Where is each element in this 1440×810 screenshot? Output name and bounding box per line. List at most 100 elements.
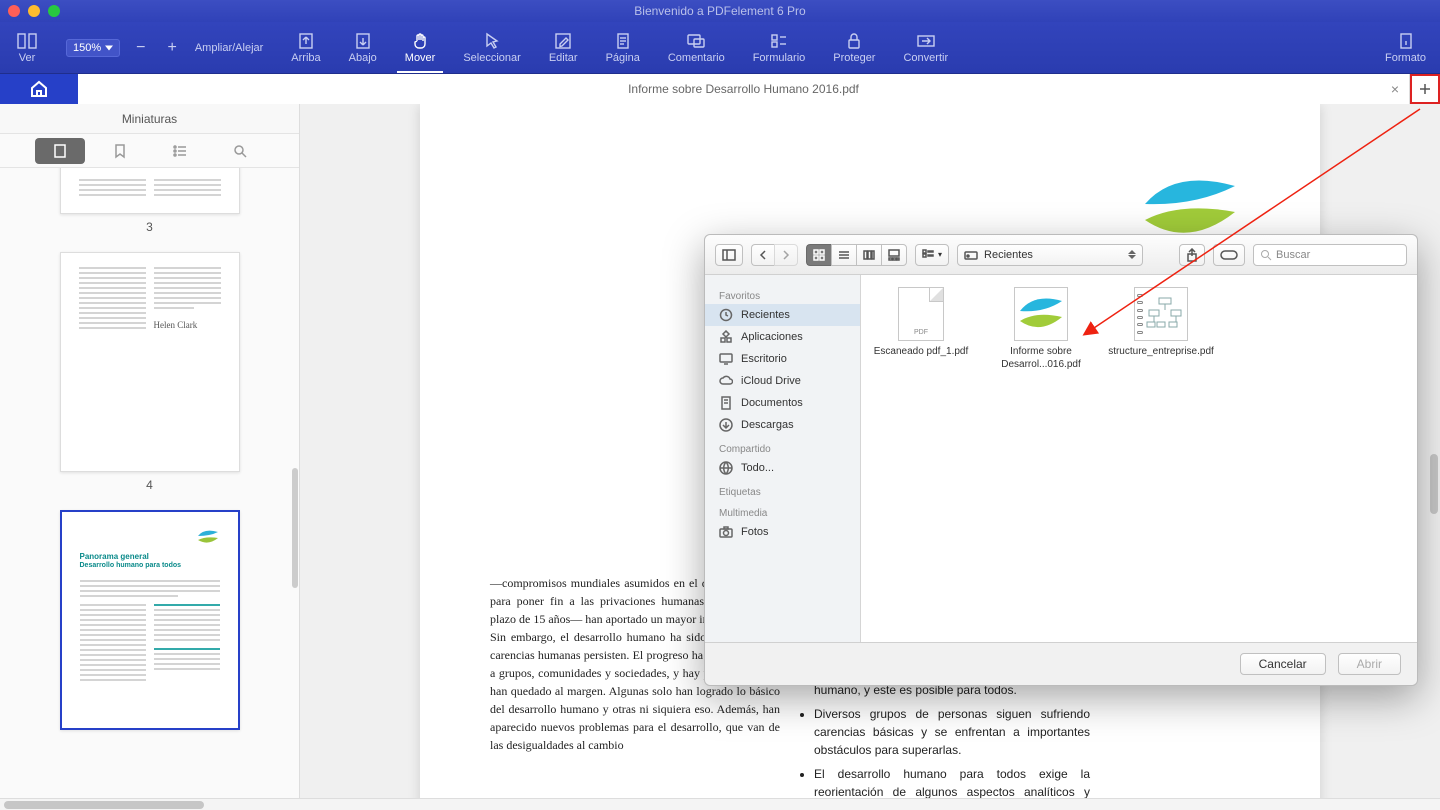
document-tab[interactable]: Informe sobre Desarrollo Humano 2016.pdf… bbox=[78, 74, 1410, 104]
dialog-body: Favoritos Recientes Aplicaciones Escrito… bbox=[705, 275, 1417, 643]
ver-tool[interactable]: Ver bbox=[0, 22, 54, 73]
formato-tool[interactable]: Formato bbox=[1371, 22, 1440, 73]
column-view-button[interactable] bbox=[856, 244, 881, 266]
thumb-logo-icon bbox=[196, 526, 220, 548]
search-field[interactable]: Buscar bbox=[1253, 244, 1407, 266]
cursor-icon bbox=[482, 32, 502, 50]
hand-icon bbox=[410, 32, 430, 50]
open-button[interactable]: Abrir bbox=[1338, 653, 1401, 675]
horizontal-scrollbar-thumb[interactable] bbox=[4, 801, 204, 809]
close-tab-button[interactable]: × bbox=[1391, 81, 1399, 97]
thumb-5-wrap[interactable]: Panorama general Desarrollo humano para … bbox=[60, 510, 240, 730]
thumb-4-wrap[interactable]: Helen Clark 4 bbox=[60, 252, 240, 492]
thumbnails-tab[interactable] bbox=[35, 138, 85, 164]
formulario-tool[interactable]: Formulario bbox=[739, 22, 820, 73]
downloads-item[interactable]: Descargas bbox=[705, 414, 860, 436]
bookmarks-tab[interactable] bbox=[95, 138, 145, 164]
outline-tab[interactable] bbox=[155, 138, 205, 164]
zoom-group: 150% − + bbox=[54, 22, 195, 73]
path-dropdown[interactable]: Recientes bbox=[957, 244, 1143, 266]
sidebar-toggle-button[interactable] bbox=[715, 244, 743, 266]
app-title: Bienvenido a PDFelement 6 Pro bbox=[634, 4, 805, 18]
tab-bar: Informe sobre Desarrollo Humano 2016.pdf… bbox=[0, 74, 1440, 104]
icloud-item[interactable]: iCloud Drive bbox=[705, 370, 860, 392]
proteger-tool[interactable]: Proteger bbox=[819, 22, 889, 73]
mover-tool[interactable]: Mover bbox=[391, 22, 450, 73]
sidebar-header: Miniaturas bbox=[0, 104, 299, 134]
file-name: Escaneado pdf_1.pdf bbox=[874, 345, 969, 358]
zoom-select[interactable]: 150% bbox=[66, 39, 120, 57]
file-grid[interactable]: PDF Escaneado pdf_1.pdf Informe sobre De… bbox=[861, 275, 1417, 642]
photos-item[interactable]: Fotos bbox=[705, 521, 860, 543]
abajo-tool[interactable]: Abajo bbox=[335, 22, 391, 73]
file-name: Informe sobre Desarrol...016.pdf bbox=[993, 345, 1089, 371]
bullet-item: El desarrollo humano para todos exige la… bbox=[814, 765, 1090, 798]
icon-view-button[interactable] bbox=[806, 244, 831, 266]
minimize-window-button[interactable] bbox=[28, 5, 40, 17]
group-button[interactable]: ▾ bbox=[915, 244, 949, 266]
maximize-window-button[interactable] bbox=[48, 5, 60, 17]
file-item[interactable]: Informe sobre Desarrol...016.pdf bbox=[993, 287, 1089, 371]
document-icon bbox=[719, 396, 733, 410]
chevron-down-icon bbox=[105, 45, 113, 50]
window-controls bbox=[8, 5, 60, 17]
new-tab-button[interactable] bbox=[1410, 74, 1440, 104]
search-tab[interactable] bbox=[215, 138, 265, 164]
sidebar-tabs bbox=[0, 134, 299, 168]
tags-button[interactable] bbox=[1213, 244, 1245, 266]
arriba-tool[interactable]: Arriba bbox=[277, 22, 334, 73]
share-button[interactable] bbox=[1179, 244, 1205, 266]
desktop-icon bbox=[719, 352, 733, 366]
form-icon bbox=[769, 32, 789, 50]
documents-item[interactable]: Documentos bbox=[705, 392, 860, 414]
cancel-button[interactable]: Cancelar bbox=[1240, 653, 1326, 675]
back-button[interactable] bbox=[751, 244, 774, 266]
media-section: Multimedia bbox=[705, 506, 860, 521]
pagina-tool[interactable]: Página bbox=[592, 22, 654, 73]
thumb-label: 4 bbox=[146, 478, 153, 492]
sidebar-scrollbar[interactable] bbox=[292, 468, 298, 588]
comentario-tool[interactable]: Comentario bbox=[654, 22, 739, 73]
file-open-dialog: ▾ Recientes Buscar Favoritos Recientes A… bbox=[704, 234, 1418, 686]
shared-section: Compartido bbox=[705, 442, 860, 457]
list-view-button[interactable] bbox=[831, 244, 856, 266]
all-item[interactable]: Todo... bbox=[705, 457, 860, 479]
thumbnail-page-5[interactable]: Panorama general Desarrollo humano para … bbox=[60, 510, 240, 730]
lock-icon bbox=[844, 32, 864, 50]
thumbnail-page-4[interactable]: Helen Clark bbox=[60, 252, 240, 472]
close-window-button[interactable] bbox=[8, 5, 20, 17]
path-label: Recientes bbox=[984, 249, 1033, 261]
recents-item[interactable]: Recientes bbox=[705, 304, 860, 326]
thumbnails-list[interactable]: 3 Helen Clark 4 Panorama general Desarro… bbox=[0, 168, 299, 798]
panels-icon bbox=[17, 32, 37, 50]
applications-item[interactable]: Aplicaciones bbox=[705, 326, 860, 348]
dialog-footer: Cancelar Abrir bbox=[705, 643, 1417, 685]
zoom-in-button[interactable]: + bbox=[161, 39, 182, 57]
file-item[interactable]: structure_entreprise.pdf bbox=[1113, 287, 1209, 358]
vertical-scrollbar-thumb[interactable] bbox=[1430, 454, 1438, 514]
search-icon bbox=[1260, 249, 1272, 261]
list-icon bbox=[172, 143, 188, 159]
tags-section: Etiquetas bbox=[705, 485, 860, 500]
home-icon bbox=[29, 80, 49, 98]
seleccionar-tool[interactable]: Seleccionar bbox=[449, 22, 534, 73]
main-toolbar: Ver 150% − + Ampliar/Alejar Arriba Abajo… bbox=[0, 22, 1440, 74]
gallery-view-button[interactable] bbox=[881, 244, 907, 266]
thumb-category: Panorama general bbox=[80, 552, 149, 561]
thumbnail-page-3[interactable] bbox=[60, 168, 240, 214]
edit-icon bbox=[553, 32, 573, 50]
zoom-out-button[interactable]: − bbox=[130, 39, 151, 57]
editar-tool[interactable]: Editar bbox=[535, 22, 592, 73]
zoom-label: Ampliar/Alejar bbox=[195, 22, 277, 73]
document-tab-label: Informe sobre Desarrollo Humano 2016.pdf bbox=[628, 82, 859, 96]
comment-icon bbox=[686, 32, 706, 50]
desktop-item[interactable]: Escritorio bbox=[705, 348, 860, 370]
convertir-tool[interactable]: Convertir bbox=[889, 22, 962, 73]
file-item[interactable]: PDF Escaneado pdf_1.pdf bbox=[873, 287, 969, 358]
forward-button[interactable] bbox=[774, 244, 798, 266]
document-canvas[interactable]: surgido nuevos países e cada 4 son jóven… bbox=[300, 104, 1440, 798]
bookmark-icon bbox=[112, 143, 128, 159]
home-tab[interactable] bbox=[0, 74, 78, 104]
page-icon bbox=[613, 32, 633, 50]
thumb-3-wrap[interactable]: 3 bbox=[60, 176, 240, 234]
